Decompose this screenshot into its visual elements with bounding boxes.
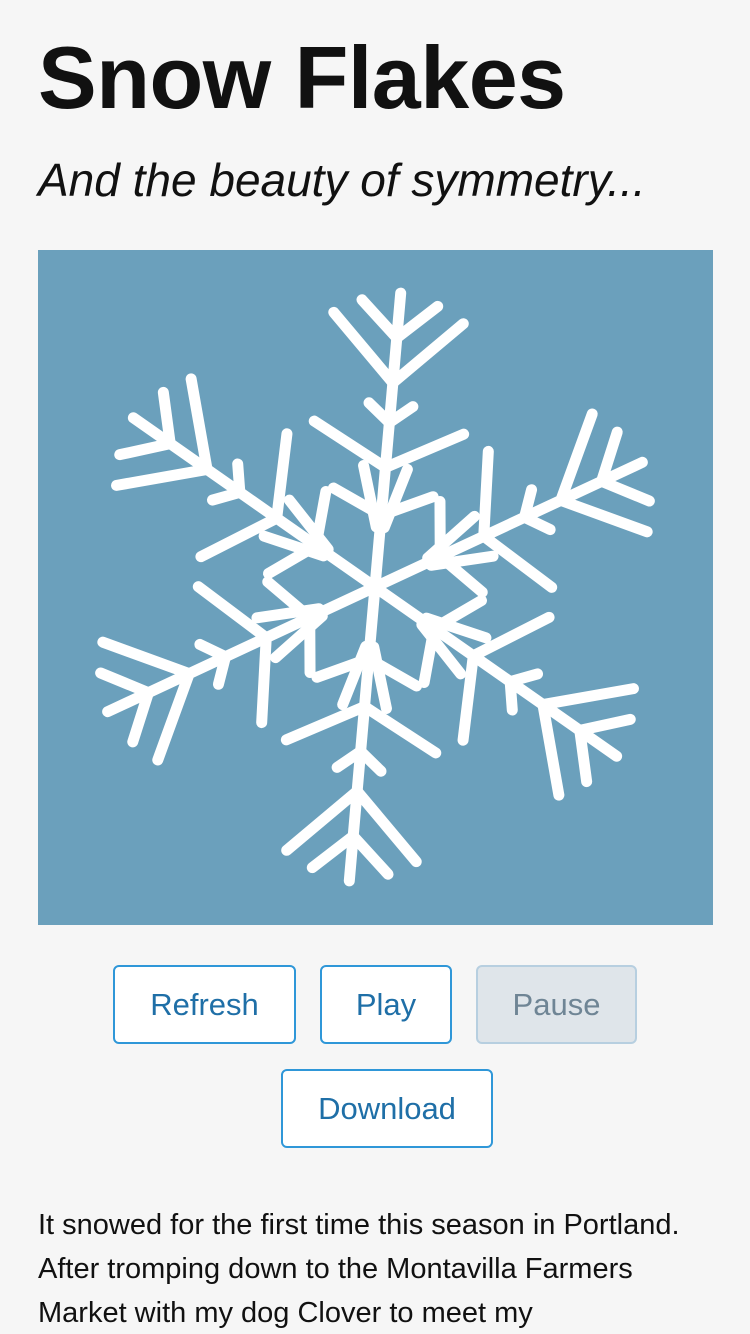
play-button[interactable]: Play [320, 965, 452, 1044]
page-subtitle: And the beauty of symmetry... [38, 154, 646, 206]
snowflake-branch [157, 386, 176, 450]
article-text: It snowed for the first time this season… [38, 1209, 680, 1329]
page: Snow Flakes And the beauty of symmetry..… [0, 0, 750, 1334]
snowflake-branch [280, 701, 371, 746]
download-button[interactable]: Download [281, 1069, 493, 1148]
refresh-button[interactable]: Refresh [113, 965, 296, 1044]
snowflake-branch [379, 428, 470, 473]
pause-button[interactable]: Pause [476, 965, 637, 1044]
snowflake-icon [95, 287, 655, 887]
snowflake-graphic [38, 250, 713, 925]
snowflake-branch [308, 415, 391, 473]
snowflake-branch [574, 724, 593, 788]
snowflake-canvas [38, 250, 713, 925]
snowflake-branch [359, 701, 442, 759]
page-title: Snow Flakes [38, 28, 566, 127]
